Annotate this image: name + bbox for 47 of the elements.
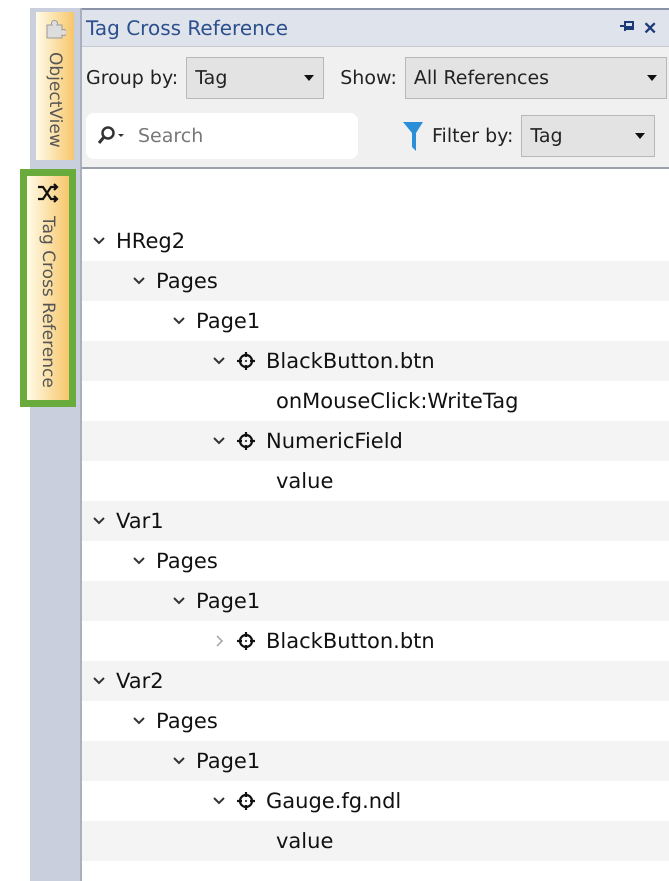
crosshair-icon	[236, 791, 256, 811]
tree-item-label: value	[276, 469, 334, 493]
show-label: Show:	[340, 67, 397, 89]
filter-by-label: Filter by:	[432, 125, 514, 147]
side-tab[interactable]: ObjectView	[36, 12, 74, 160]
tree-row[interactable]: Var2	[82, 661, 669, 701]
tree-item-label: Pages	[156, 269, 218, 293]
crosshair-icon	[236, 631, 256, 651]
puzzle-icon	[44, 18, 66, 40]
search-icon	[96, 125, 126, 147]
tree-item-label: Gauge.fg.ndl	[266, 789, 402, 813]
tree-item-label: Page1	[196, 309, 260, 333]
funnel-icon	[402, 119, 424, 153]
tree-row[interactable]: Var1	[82, 501, 669, 541]
filter-by-dropdown[interactable]: Tag	[521, 115, 656, 157]
shuffle-icon	[36, 182, 60, 204]
panel-title: Tag Cross Reference	[86, 16, 290, 40]
caret-icon	[634, 132, 646, 140]
crosshair-icon	[236, 431, 256, 451]
tree-item-label: BlackButton.btn	[266, 349, 435, 373]
show-dropdown[interactable]: All References	[404, 57, 667, 99]
group-by-label: Group by:	[86, 67, 178, 89]
tree-row[interactable]: BlackButton.btn	[82, 341, 669, 381]
tree-item-label: Var1	[116, 509, 164, 533]
tree-row[interactable]: NumericField	[82, 421, 669, 461]
tree-item-label: Page1	[196, 749, 260, 773]
group-by-dropdown[interactable]: Tag	[186, 57, 324, 99]
tree-item-label: onMouseClick:WriteTag	[276, 389, 518, 413]
tree-row[interactable]: Page1	[82, 581, 669, 621]
tree-row[interactable]: Page1	[82, 741, 669, 781]
caret-icon	[303, 74, 316, 82]
tree-item-label: BlackButton.btn	[266, 629, 435, 653]
tree-item-label: HReg2	[116, 229, 186, 253]
tree-row[interactable]: value	[82, 821, 669, 861]
pin-icon	[619, 19, 635, 33]
tree-item-label: NumericField	[266, 429, 403, 453]
search-field[interactable]: Search	[86, 113, 358, 159]
tree-item-label: Var2	[116, 669, 164, 693]
side-tab[interactable]: Tag Cross Reference	[27, 176, 69, 400]
tree-item-label: value	[276, 829, 334, 853]
tree-item-label: Pages	[156, 709, 218, 733]
tree-row[interactable]: Pages	[82, 261, 669, 301]
tree-item-label: Pages	[156, 549, 218, 573]
tree-item-label: Page1	[196, 589, 260, 613]
caret-icon	[646, 74, 658, 82]
crosshair-icon	[236, 351, 256, 371]
close-button[interactable]: ✕	[639, 18, 661, 38]
